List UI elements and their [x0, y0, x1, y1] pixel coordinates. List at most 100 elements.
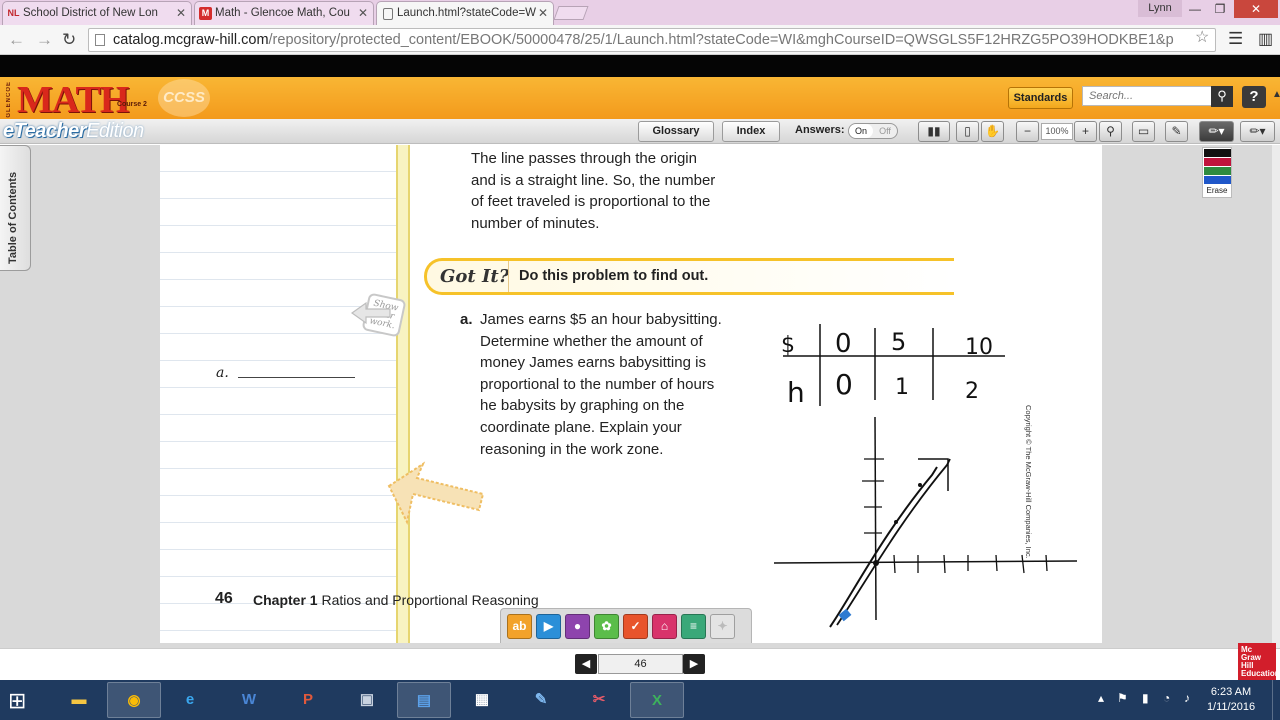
- blue-swatch[interactable]: [1204, 176, 1231, 184]
- notes-icon[interactable]: ✎: [1165, 121, 1188, 142]
- vocabulary-icon[interactable]: ab: [507, 614, 532, 639]
- index-button[interactable]: Index: [722, 121, 780, 142]
- tab-glencoe-math[interactable]: M Math - Glencoe Math, Cou ✕: [194, 1, 374, 25]
- tab-label: School District of New Lon: [23, 7, 158, 19]
- check-icon[interactable]: ✓: [623, 614, 648, 639]
- word-icon[interactable]: W: [222, 682, 276, 718]
- extension-icon[interactable]: ▥: [1258, 29, 1273, 49]
- window-app-icon[interactable]: ▤: [397, 682, 451, 718]
- windows-start-icon[interactable]: ⊞: [8, 688, 26, 714]
- wifi-icon[interactable]: ◔: [1163, 691, 1170, 705]
- tools-icon[interactable]: ✿: [594, 614, 619, 639]
- black-swatch[interactable]: [1204, 149, 1231, 157]
- close-window-icon[interactable]: ✕: [1234, 0, 1278, 18]
- zoom-out-icon[interactable]: −: [1016, 121, 1039, 142]
- next-page-button[interactable]: ▶: [683, 654, 705, 674]
- table-cell: h: [787, 376, 805, 409]
- menu-icon[interactable]: ☰: [1228, 29, 1243, 49]
- search-input[interactable]: [1082, 86, 1212, 106]
- handwritten-table: $ 0 5 10 h 0 1 2: [781, 324, 1005, 409]
- app-icon[interactable]: ▣: [340, 682, 394, 718]
- zoom-in-icon[interactable]: +: [1074, 121, 1097, 142]
- notes-app-icon[interactable]: ✎: [514, 682, 568, 718]
- home-icon[interactable]: ⌂: [652, 614, 677, 639]
- text-line: James earns $5 an hour babysitting.: [480, 311, 722, 328]
- battery-icon[interactable]: ▮: [1142, 691, 1149, 705]
- page-navigator: ◀ 46 ▶ Mc Graw Hill Education: [0, 643, 1280, 683]
- back-icon[interactable]: ←: [8, 30, 25, 50]
- zoom-level[interactable]: 100%: [1041, 123, 1073, 140]
- new-tab-button[interactable]: [553, 6, 589, 20]
- text-line: coordinate plane. Explain your: [480, 418, 682, 436]
- magnifier-icon[interactable]: ⚲: [1099, 121, 1122, 142]
- course-label: Course 2: [117, 101, 147, 108]
- bookmark-star-icon[interactable]: ☆: [1195, 27, 1209, 47]
- red-swatch[interactable]: [1204, 158, 1231, 166]
- standards-button[interactable]: Standards: [1008, 87, 1073, 109]
- reload-icon[interactable]: ↻: [62, 30, 76, 50]
- table-cell: 2: [965, 379, 979, 404]
- minimize-icon[interactable]: —: [1184, 0, 1206, 18]
- forward-icon[interactable]: →: [36, 30, 53, 50]
- sketched-line-2: [836, 458, 951, 626]
- powerpoint-icon[interactable]: P: [281, 682, 335, 718]
- right-scrollbar[interactable]: [1272, 145, 1280, 648]
- excel-icon[interactable]: X: [630, 682, 684, 718]
- highlighter-tool-icon[interactable]: ✏▾: [1240, 121, 1275, 142]
- file-explorer-icon[interactable]: ▬: [52, 682, 106, 718]
- single-page-view-icon[interactable]: ▯: [956, 121, 979, 142]
- restore-icon[interactable]: ❐: [1208, 0, 1232, 18]
- answers-on-option[interactable]: On: [849, 124, 873, 138]
- notebook-margin: [396, 145, 410, 643]
- show-desktop-button[interactable]: [1272, 680, 1280, 720]
- url-host: catalog.mcgraw-hill.com: [113, 32, 269, 48]
- address-bar[interactable]: catalog.mcgraw-hill.com/repository/prote…: [88, 28, 1216, 52]
- tab-school-district[interactable]: NL School District of New Lon ✕: [2, 1, 192, 25]
- ebook-page: Show your work. a. The line passes throu…: [160, 145, 1102, 643]
- edition-suffix: Edition: [86, 120, 144, 142]
- internet-explorer-icon[interactable]: e: [163, 682, 217, 718]
- pan-hand-icon[interactable]: ✋: [981, 121, 1004, 142]
- erase-button[interactable]: Erase: [1203, 186, 1231, 195]
- plot-point: [894, 520, 898, 524]
- tab-label: Math - Glencoe Math, Cou: [215, 7, 350, 19]
- two-page-view-icon[interactable]: ▮▮: [918, 121, 950, 142]
- close-tab-icon[interactable]: ✕: [176, 6, 186, 20]
- page-info-icon[interactable]: [95, 34, 105, 46]
- scroll-up-icon[interactable]: ▲: [1272, 89, 1280, 100]
- close-tab-icon[interactable]: ✕: [358, 6, 368, 20]
- green-swatch[interactable]: [1204, 167, 1231, 175]
- worksheet-icon[interactable]: ≡: [681, 614, 706, 639]
- origin-point: [873, 560, 879, 566]
- answers-toggle[interactable]: On Off: [848, 123, 898, 139]
- chrome-icon[interactable]: ◉: [107, 682, 161, 718]
- tab-launch[interactable]: Launch.html?stateCode=W ✕: [376, 1, 554, 26]
- eteacher-edition-logo: eTeacherEdition: [3, 120, 144, 143]
- help-button[interactable]: ?: [1242, 86, 1266, 108]
- volume-icon[interactable]: ♪: [1184, 691, 1190, 705]
- math-logo: MATH: [17, 79, 129, 121]
- glossary-button[interactable]: Glossary: [638, 121, 714, 142]
- system-clock[interactable]: 6:23 AM 1/11/2016: [1202, 685, 1260, 715]
- calculator-icon[interactable]: ▦: [455, 682, 509, 718]
- black-band: [0, 55, 1280, 77]
- user-profile-badge[interactable]: Lynn: [1138, 0, 1182, 17]
- big-arrow-icon: [387, 461, 485, 525]
- briefcase-icon[interactable]: ▭: [1132, 121, 1155, 142]
- flag-icon[interactable]: ⚑: [1117, 691, 1128, 705]
- previous-page-button[interactable]: ◀: [575, 654, 597, 674]
- url-path: /repository/protected_content/EBOOK/5000…: [268, 32, 1174, 48]
- close-tab-icon[interactable]: ✕: [538, 6, 548, 20]
- text-line: number of minutes.: [471, 214, 600, 232]
- y-axis: [874, 416, 877, 621]
- show-hidden-icons-icon[interactable]: ▴: [1098, 691, 1104, 705]
- snipping-icon[interactable]: ✂: [572, 682, 626, 718]
- pen-tool-icon[interactable]: ✏▾: [1199, 121, 1234, 142]
- table-cell: 0: [835, 368, 853, 401]
- page-number-field[interactable]: 46: [598, 654, 683, 674]
- discussion-icon[interactable]: ●: [565, 614, 590, 639]
- table-of-contents-tab[interactable]: Table of Contents: [0, 145, 31, 271]
- video-play-icon[interactable]: ▶: [536, 614, 561, 639]
- answers-off-option[interactable]: Off: [873, 124, 897, 138]
- search-icon[interactable]: ⚲: [1211, 86, 1233, 107]
